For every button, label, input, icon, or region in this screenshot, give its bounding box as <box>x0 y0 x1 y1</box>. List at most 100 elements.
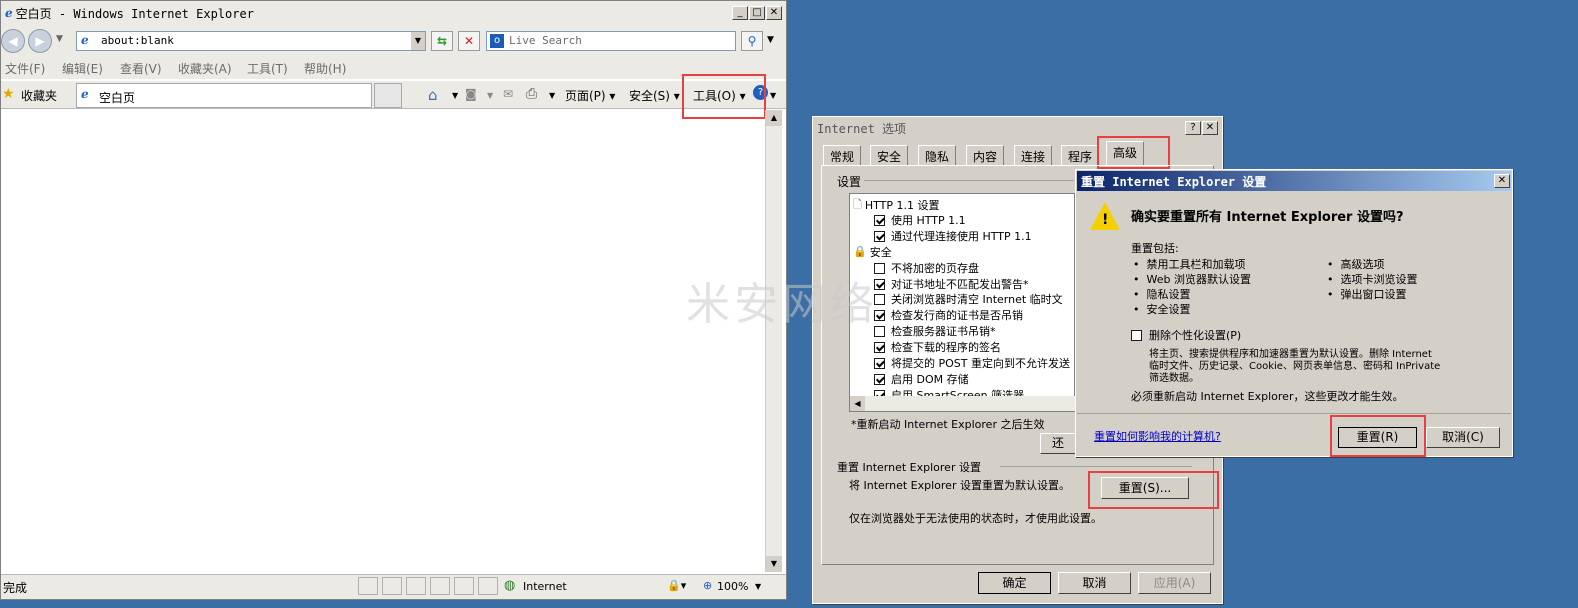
reset-item-text: 高级选项 <box>1340 258 1385 271</box>
menu-view[interactable]: 查看(V) <box>120 60 162 77</box>
search-input[interactable]: o Live Search <box>486 31 736 51</box>
checkbox-box[interactable] <box>874 341 885 353</box>
reset-item-text: 选项卡浏览设置 <box>1340 273 1418 286</box>
restart-required-note: 必须重新启动 Internet Explorer，这些更改才能生效。 <box>1131 390 1404 403</box>
help-dropdown-icon[interactable]: ▼ <box>770 91 776 100</box>
settings-checkbox-row[interactable]: 对证书地址不匹配发出警告* <box>874 276 1029 292</box>
print-dropdown-icon[interactable]: ▼ <box>549 91 555 100</box>
checkbox-box[interactable] <box>874 357 885 369</box>
menu-tools[interactable]: 工具(T) <box>247 60 288 77</box>
reset-item-text: 禁用工具栏和加载项 <box>1146 258 1246 271</box>
reset-dialog-close-button[interactable]: ✕ <box>1494 174 1510 188</box>
settings-group-header: 🗋 HTTP 1.1 设置 <box>853 196 940 212</box>
menu-favorites[interactable]: 收藏夹(A) <box>178 60 232 77</box>
checkbox-box[interactable] <box>874 214 885 226</box>
print-icon[interactable]: ⎙ <box>526 86 537 102</box>
restore-advanced-label: 还 <box>1051 436 1064 450</box>
tools-highlight-box <box>682 74 766 119</box>
search-button[interactable]: ⚲ <box>741 31 763 51</box>
mail-icon[interactable]: ✉ <box>503 87 513 101</box>
reset-button-highlight-box <box>1088 471 1219 509</box>
feeds-dropdown-icon[interactable]: ▼ <box>487 91 493 100</box>
tab-content[interactable]: 内容 <box>966 145 1005 165</box>
settings-label-text: 检查服务器证书吊销* <box>891 325 996 338</box>
delete-personal-checkbox[interactable] <box>1131 328 1148 342</box>
back-button[interactable]: ◀ <box>1 29 25 53</box>
settings-checkbox-row[interactable]: 通过代理连接使用 HTTP 1.1 <box>874 228 1032 244</box>
checkbox-box[interactable] <box>1131 330 1142 341</box>
menu-help[interactable]: 帮助(H) <box>304 60 346 77</box>
forward-button[interactable]: ▶ <box>28 29 52 53</box>
address-dropdown-icon[interactable]: ▼ <box>411 32 425 50</box>
restore-advanced-button[interactable]: 还 <box>1040 433 1076 454</box>
favorites-button[interactable]: 收藏夹 <box>21 87 57 104</box>
minimize-button[interactable]: _ <box>732 6 748 20</box>
tab-programs[interactable]: 程序 <box>1061 145 1100 165</box>
cancel-button[interactable]: 取消 <box>1058 572 1131 594</box>
apply-button[interactable]: 应用(A) <box>1138 572 1211 594</box>
menu-file[interactable]: 文件(F) <box>5 60 45 77</box>
zone-label[interactable]: Internet <box>523 580 567 593</box>
browser-tab[interactable]: ℯ 空白页 <box>76 83 372 108</box>
new-tab-button[interactable] <box>374 83 402 108</box>
scroll-down-arrow[interactable]: ▼ <box>766 556 782 572</box>
settings-checkbox-row[interactable]: 检查服务器证书吊销* <box>874 323 996 339</box>
zoom-icon[interactable]: ⊕ <box>703 579 712 592</box>
settings-label: 设置 <box>837 175 862 189</box>
tab-page-icon: ℯ <box>81 87 89 101</box>
reset-dialog-title-bar[interactable]: 重置 Internet Explorer 设置 <box>1077 171 1511 191</box>
page-menu[interactable]: 页面(P) ▾ <box>565 87 615 104</box>
settings-checkbox-row[interactable]: 不将加密的页存盘 <box>874 260 979 276</box>
options-close-button[interactable]: ✕ <box>1202 121 1218 135</box>
home-dropdown-icon[interactable]: ▼ <box>452 91 458 100</box>
options-help-button[interactable]: ? <box>1185 121 1201 135</box>
settings-checkbox-row[interactable]: 检查下载的程序的签名 <box>874 339 1001 355</box>
reset-hint: 仅在浏览器处于无法使用的状态时，才使用此设置。 <box>849 512 1102 525</box>
ok-button[interactable]: 确定 <box>978 572 1051 594</box>
maximize-button[interactable]: □ <box>749 6 765 20</box>
vertical-scrollbar[interactable]: ▲ ▼ <box>765 110 782 572</box>
search-options-icon[interactable]: ▼ <box>767 35 774 45</box>
reset-item: • 安全设置 <box>1133 303 1191 316</box>
scroll-left-arrow[interactable]: ◀ <box>850 396 865 411</box>
tab-general[interactable]: 常规 <box>823 145 862 165</box>
settings-checkbox-row[interactable]: 关闭浏览器时清空 Internet 临时文 <box>874 291 1063 307</box>
button-area-divider <box>1077 413 1511 414</box>
settings-checkbox-row[interactable]: 将提交的 POST 重定向到不允许发送 <box>874 355 1070 371</box>
checkbox-box[interactable] <box>874 373 885 385</box>
settings-checkbox-row[interactable]: 检查发行商的证书是否吊销 <box>874 307 1023 323</box>
cancel-reset-button[interactable]: 取消(C) <box>1426 427 1500 448</box>
settings-label-text: 对证书地址不匹配发出警告* <box>891 278 1029 291</box>
refresh-button[interactable]: ⇆ <box>431 31 453 51</box>
home-icon[interactable]: ⌂ <box>428 86 438 104</box>
history-dropdown-icon[interactable]: ▼ <box>56 34 63 44</box>
delete-personal-label[interactable]: 删除个性化设置(P) <box>1149 327 1241 343</box>
close-button[interactable]: ✕ <box>766 6 782 20</box>
reset-item: • 高级选项 <box>1327 258 1385 271</box>
confirm-reset-highlight-box <box>1330 415 1426 457</box>
address-value: about:blank <box>101 34 174 47</box>
zoom-dropdown-icon[interactable]: ▼ <box>755 582 761 591</box>
safety-menu[interactable]: 安全(S) ▾ <box>629 87 680 104</box>
settings-checkbox-row[interactable]: 启用 DOM 存储 <box>874 371 969 387</box>
tab-privacy[interactable]: 隐私 <box>918 145 957 165</box>
zoom-level[interactable]: 100% <box>717 580 748 593</box>
ie-title-bar[interactable]: ℯ 空白页 - Windows Internet Explorer <box>1 1 786 25</box>
scroll-up-arrow[interactable]: ▲ <box>766 110 782 126</box>
includes-label: 重置包括: <box>1131 242 1179 255</box>
tab-connections[interactable]: 连接 <box>1014 145 1053 165</box>
internet-zone-icon: ◍ <box>504 578 516 593</box>
status-panel <box>478 577 498 595</box>
checkbox-box[interactable] <box>874 230 885 242</box>
address-field[interactable]: ℯ about:blank ▼ <box>76 31 426 51</box>
reset-description: 将 Internet Explorer 设置重置为默认设置。 <box>849 479 1070 492</box>
tab-security[interactable]: 安全 <box>870 145 909 165</box>
personal-description: 筛选数据。 <box>1149 373 1199 384</box>
protected-mode-icon[interactable]: 🔒▾ <box>667 579 686 592</box>
settings-hscrollbar[interactable]: ◀ <box>850 396 1075 411</box>
reset-help-link[interactable]: 重置如何影响我的计算机? <box>1094 428 1221 444</box>
menu-edit[interactable]: 编辑(E) <box>62 60 103 77</box>
settings-checkbox-row[interactable]: 使用 HTTP 1.1 <box>874 212 966 228</box>
stop-button[interactable]: ✕ <box>458 31 480 51</box>
feeds-icon[interactable]: ◙ <box>465 87 477 101</box>
